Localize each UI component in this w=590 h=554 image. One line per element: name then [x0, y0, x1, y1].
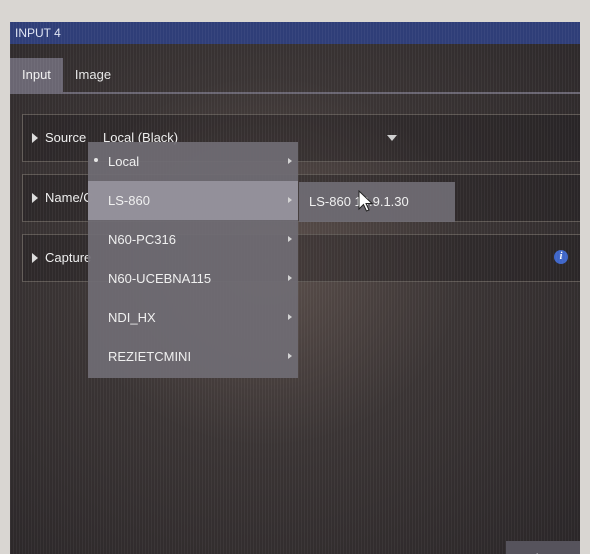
chevron-down-icon[interactable] [387, 135, 397, 141]
submenu-item-ls-860-ip[interactable]: LS-860 10.9.1.30 [299, 182, 455, 222]
menu-item-label: N60-UCEBNA115 [108, 271, 212, 286]
menu-item-n60-ucebna115[interactable]: N60-UCEBNA115 [88, 259, 298, 298]
window-title: INPUT 4 [10, 22, 580, 44]
name-label: Name/C [45, 190, 93, 205]
menu-item-label: N60-PC316 [108, 232, 176, 247]
submenu-arrow-icon [288, 236, 292, 242]
tab-bar: Input Image [10, 58, 123, 92]
expand-arrow-icon[interactable] [32, 133, 38, 143]
submenu-arrow-icon [288, 158, 292, 164]
info-icon[interactable]: i [554, 250, 568, 264]
source-dropdown-menu: Local LS-860 N60-PC316 N60-UCEBNA115 NDI… [88, 142, 298, 378]
submenu-arrow-icon [288, 353, 292, 359]
menu-item-n60-pc316[interactable]: N60-PC316 [88, 220, 298, 259]
submenu-arrow-icon [288, 275, 292, 281]
menu-item-label: NDI_HX [108, 310, 156, 325]
menu-item-label: REZIETCMINI [108, 349, 192, 364]
menu-item-ndi-hx[interactable]: NDI_HX [88, 298, 298, 337]
capture-label: Capture [45, 250, 92, 265]
menu-item-rezietcmini[interactable]: REZIETCMINI [88, 337, 298, 376]
menu-item-label: Local [108, 154, 140, 169]
menu-item-label: LS-860 [108, 193, 150, 208]
source-label: Source [45, 130, 87, 145]
tab-input[interactable]: Input [10, 58, 63, 92]
close-button[interactable]: Close [506, 541, 580, 554]
expand-arrow-icon[interactable] [32, 193, 38, 203]
submenu-arrow-icon [288, 314, 292, 320]
expand-arrow-icon[interactable] [32, 253, 38, 263]
selected-bullet-icon [94, 158, 98, 162]
menu-item-ls-860[interactable]: LS-860 [88, 181, 298, 220]
submenu-arrow-icon [288, 197, 292, 203]
menu-item-local[interactable]: Local [88, 142, 298, 181]
tab-underline [10, 92, 580, 94]
tab-image[interactable]: Image [63, 58, 123, 92]
mouse-cursor-icon [358, 190, 374, 212]
